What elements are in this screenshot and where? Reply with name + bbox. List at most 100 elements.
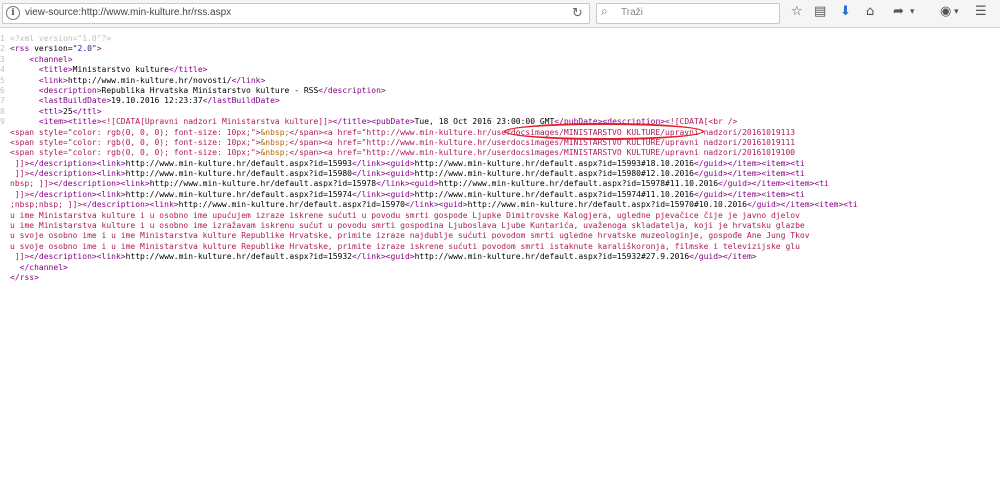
source-line: ]]></description><link>http://www.min-ku… — [0, 169, 1000, 179]
source-token: <span style="color: rgb(0, 0, 0); font-s… — [10, 127, 261, 137]
source-token: <?xml version="1.0"?> — [10, 34, 112, 43]
reading-list-icon[interactable]: ▤ — [814, 4, 826, 20]
source-token: </description><link> — [53, 179, 150, 189]
source-view: 1 <?xml version="1.0"?> 2 <rss version="2.0… — [0, 34, 1000, 490]
download-icon[interactable]: ⬇ — [840, 4, 851, 20]
source-token: </title> — [168, 65, 208, 75]
source-token: <![CDATA[Upravni nadzori Ministarstva ku… — [101, 117, 333, 127]
source-token: u svoje osobno ime i u ime Ministarstva … — [10, 231, 810, 241]
line-number: 1 — [0, 34, 5, 43]
source-token: nbsp; ]]> — [10, 179, 54, 189]
line-number: 5 — [0, 75, 5, 85]
source-line: ]]></description><link>http://www.min-ku… — [0, 159, 1000, 169]
source-token: http://www.min-kulture.hr/default.aspx?i… — [414, 158, 694, 168]
source-line: nbsp; ]]></description><link>http://www.… — [0, 179, 1000, 189]
source-token: </pubDate><description> — [554, 117, 666, 127]
line-number: 2 — [0, 44, 5, 54]
source-line: <span style="color: rgb(0, 0, 0); font-s… — [0, 138, 1000, 148]
source-token: </link> — [231, 75, 266, 85]
source-token: u svoje osobno ime i u ime Ministarstva … — [10, 241, 800, 251]
source-token: http://www.min-kulture.hr/default.aspx?i… — [125, 189, 352, 199]
source-token: http://www.min-kulture.hr/default.aspx?i… — [178, 200, 405, 210]
extension-icon[interactable]: ◉ — [940, 4, 951, 20]
source-line: 7 <lastBuildDate>19.10.2016 12:23:37</la… — [0, 96, 1000, 106]
source-token: ]]> — [10, 189, 30, 199]
reload-icon[interactable]: ↻ — [572, 6, 583, 21]
source-token: http://www.min-kulture.hr/default.aspx?i… — [467, 200, 747, 210]
source-token: </description><link> — [29, 252, 126, 262]
source-line: ]]></description><link>http://www.min-ku… — [0, 190, 1000, 200]
source-token: </guid></item><item><ti — [718, 179, 829, 189]
source-token: http://www.min-kulture.hr/default.aspx?i… — [414, 169, 694, 179]
source-line: 5 <link>http://www.min-kulture.hr/novost… — [0, 76, 1000, 86]
source-line: u svoje osobno ime i u ime Ministarstva … — [0, 231, 1000, 241]
line-number: 3 — [0, 54, 5, 64]
source-token: </guid></item><item><ti — [693, 189, 805, 199]
source-token — [10, 65, 39, 74]
source-line: 2 <rss version="2.0"> — [0, 44, 1000, 54]
source-token — [10, 117, 39, 126]
source-line: 8 <ttl>25</ttl> — [0, 107, 1000, 117]
source-token: </link><guid> — [351, 252, 415, 262]
source-token: &nbsp; — [260, 148, 290, 158]
source-token — [10, 96, 39, 105]
source-token: http://www.min-kulture.hr/novosti/ — [67, 75, 232, 85]
source-token: ]]> — [10, 252, 30, 262]
source-token: <item><title> — [38, 117, 102, 127]
url-text: view-source:http://www.min-kulture.hr/rs… — [25, 7, 232, 18]
source-token: </link><guid> — [376, 179, 439, 189]
source-token: </span><a href="http://www.min-kulture.h… — [289, 127, 796, 137]
source-token: </link><guid> — [404, 200, 468, 210]
source-token — [10, 86, 39, 95]
source-token: </rss> — [10, 272, 39, 282]
source-token: <span style="color: rgb(0, 0, 0); font-s… — [10, 148, 261, 158]
source-line: 1 <?xml version="1.0"?> — [0, 34, 1000, 44]
line-number: 8 — [0, 106, 5, 116]
info-icon[interactable]: i — [6, 6, 20, 20]
source-line: </rss> — [0, 273, 1000, 283]
source-token: Ministarstvo kulture — [72, 65, 169, 75]
source-token: </description><link> — [29, 158, 126, 168]
source-token: <![CDATA[<br /> — [665, 117, 738, 127]
source-line: </channel> — [0, 263, 1000, 273]
source-token — [10, 76, 39, 85]
share-icon[interactable]: ➦ — [893, 4, 904, 20]
source-line: 6 <description>Republika Hrvatska Minist… — [0, 86, 1000, 96]
source-token: 25 — [63, 106, 73, 116]
source-line: ;nbsp;nbsp; ]]></description><link>http:… — [0, 200, 1000, 210]
source-token: > — [96, 44, 102, 54]
browser-toolbar: i view-source:http://www.min-kulture.hr/… — [0, 0, 1000, 28]
source-token: </guid></item><item><ti — [693, 169, 805, 179]
search-input[interactable]: Traži — [621, 7, 643, 18]
source-line: 3 <channel> — [0, 55, 1000, 65]
source-token: "2.0" — [72, 44, 97, 54]
source-token — [10, 107, 39, 116]
source-line: u svoje osobno ime i u ime Ministarstva … — [0, 242, 1000, 252]
source-token — [10, 263, 20, 272]
source-token — [10, 55, 29, 64]
source-token: ;nbsp;nbsp; ]]> — [10, 200, 83, 210]
source-token: http://www.min-kulture.hr/default.aspx?i… — [125, 158, 352, 168]
source-token: <ttl> — [38, 106, 63, 116]
source-line: ]]></description><link>http://www.min-ku… — [0, 252, 1000, 262]
address-bar[interactable]: i view-source:http://www.min-kulture.hr/… — [2, 3, 590, 24]
source-line: <span style="color: rgb(0, 0, 0); font-s… — [0, 148, 1000, 158]
source-token: http://www.min-kulture.hr/default.aspx?i… — [414, 252, 690, 262]
source-token: </title><pubDate> — [332, 117, 415, 127]
search-box[interactable]: ⌕ Traži — [596, 3, 780, 24]
home-icon[interactable]: ⌂ — [866, 4, 874, 20]
source-token: </description><link> — [29, 169, 126, 179]
source-token: http://www.min-kulture.hr/default.aspx?i… — [125, 252, 352, 262]
source-token: 19.10.2016 12:23:37 — [111, 96, 203, 106]
bookmark-star-icon[interactable]: ☆ — [791, 4, 803, 20]
source-line: <span style="color: rgb(0, 0, 0); font-s… — [0, 128, 1000, 138]
source-token: http://www.min-kulture.hr/default.aspx?i… — [125, 169, 352, 179]
menu-icon[interactable]: ☰ — [975, 4, 987, 20]
source-token: u ime Ministarstva kulture i u osobno im… — [10, 210, 800, 220]
source-token: </guid></item> — [689, 252, 757, 262]
dropdown-arrow-icon[interactable]: ▾ — [910, 4, 915, 20]
extension-dropdown-icon[interactable]: ▾ — [954, 4, 959, 20]
source-token: </guid></item><item><ti — [746, 200, 858, 210]
source-token: u ime Ministarstva kulture i u osobno im… — [10, 221, 805, 231]
source-token: </span><a href="http://www.min-kulture.h… — [289, 137, 796, 147]
